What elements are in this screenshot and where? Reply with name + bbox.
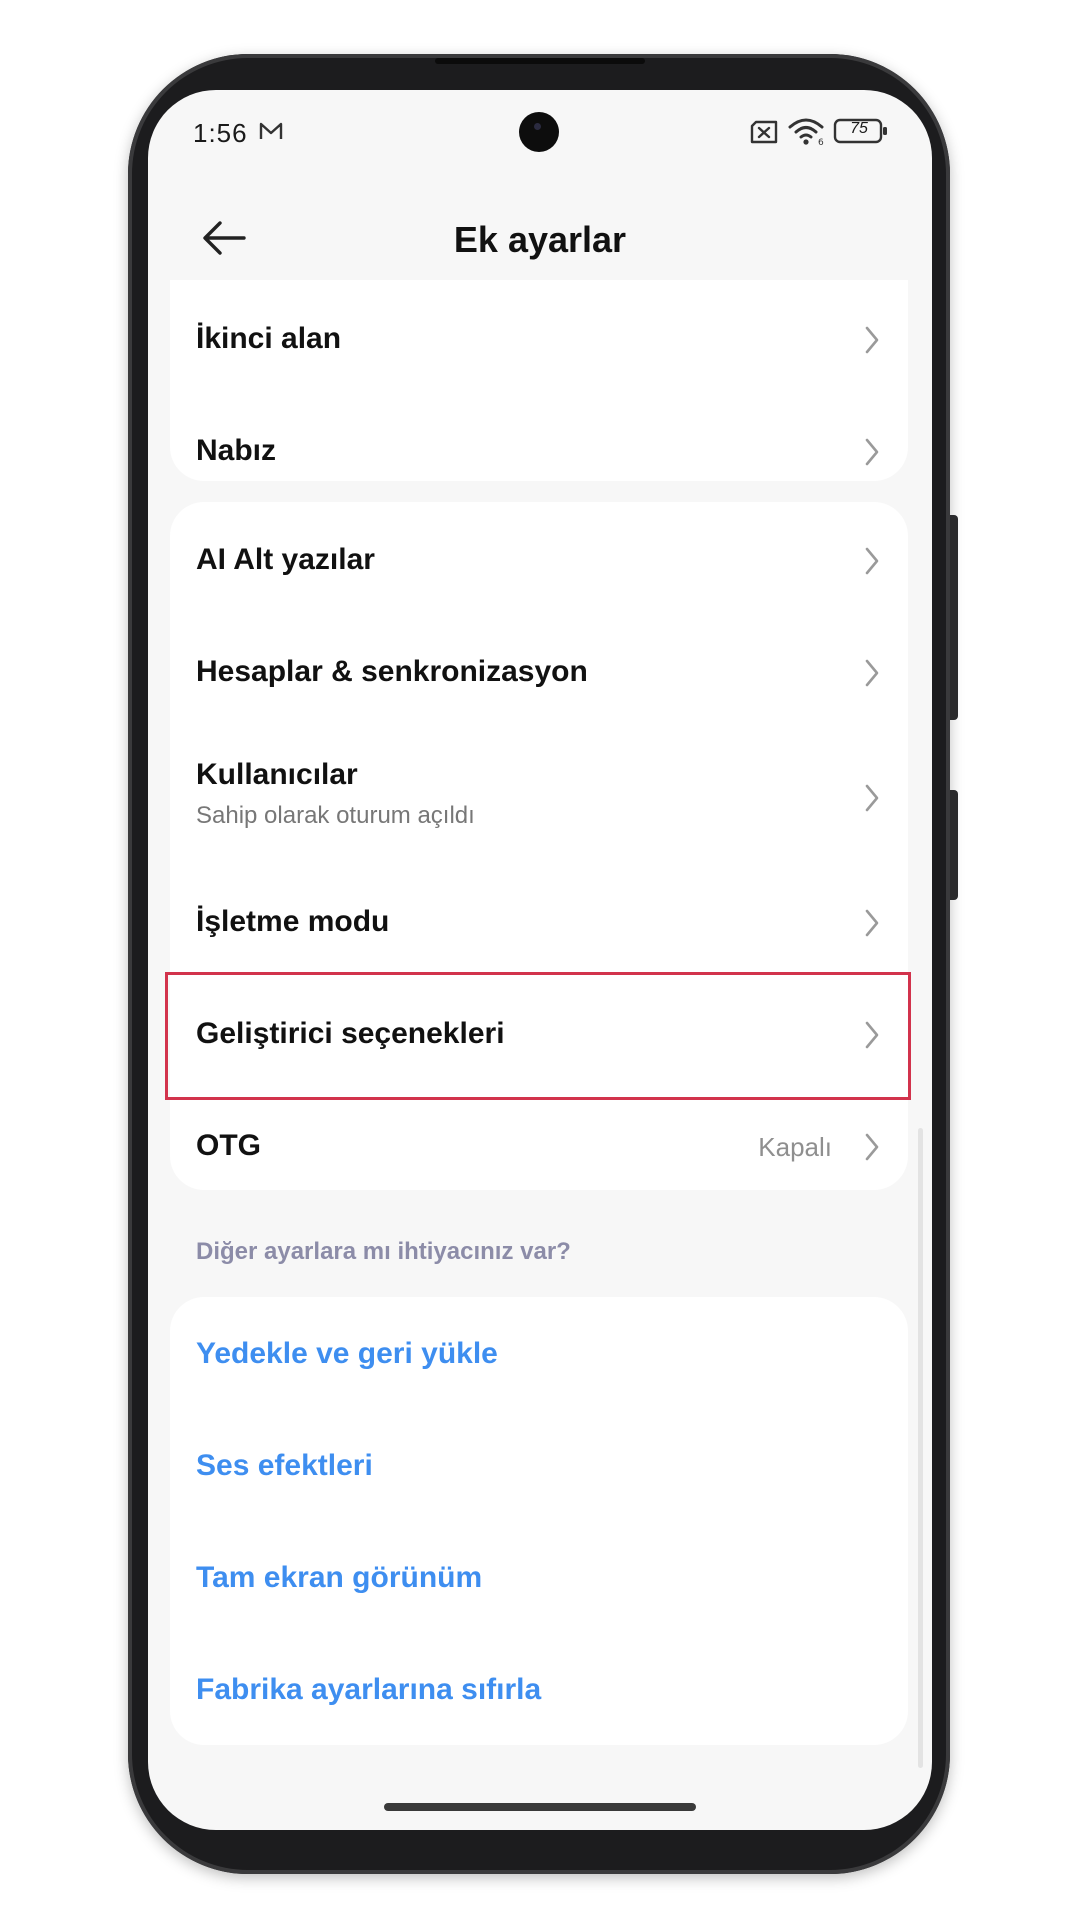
wifi-icon: 6 — [788, 118, 824, 146]
screen: 1:56 6 75 Ek ayarlar İkinci alan Nabız A… — [148, 90, 932, 1830]
page-title: Ek ayarlar — [453, 219, 627, 260]
settings-item-otg[interactable]: OTG Kapalı — [170, 1090, 908, 1190]
highlight-box — [165, 972, 911, 1100]
settings-item-pulse[interactable]: Nabız — [170, 395, 908, 481]
settings-item-subtitle: Sahip olarak oturum açıldı — [196, 802, 475, 829]
more-settings-card: Yedekle ve geri yükle Ses efektleri Tam … — [170, 1297, 908, 1745]
mail-icon — [259, 122, 283, 139]
link-full-screen-view[interactable]: Tam ekran görünüm — [170, 1521, 908, 1633]
chevron-right-icon — [865, 547, 879, 575]
section-label: Diğer ayarlara mı ihtiyacınız var? — [196, 1238, 571, 1265]
settings-item-label: İkinci alan — [196, 322, 342, 355]
link-sound-effects[interactable]: Ses efektleri — [170, 1409, 908, 1521]
settings-item-users[interactable]: Kullanıcılar Sahip olarak oturum açıldı — [170, 726, 908, 866]
home-indicator[interactable] — [384, 1803, 696, 1811]
chevron-right-icon — [865, 909, 879, 937]
front-camera — [519, 112, 559, 152]
settings-item-accounts-sync[interactable]: Hesaplar & senkronizasyon — [170, 614, 908, 726]
link-label: Yedekle ve geri yükle — [196, 1337, 498, 1370]
link-label: Tam ekran görünüm — [196, 1561, 483, 1594]
settings-item-label: Nabız — [196, 434, 277, 467]
status-bar: 1:56 6 75 — [148, 90, 932, 170]
settings-item-label: İşletme modu — [196, 905, 390, 938]
settings-item-label: AI Alt yazılar — [196, 543, 375, 576]
chevron-right-icon — [865, 659, 879, 687]
settings-item-second-space[interactable]: İkinci alan — [170, 280, 908, 395]
link-label: Ses efektleri — [196, 1449, 373, 1482]
chevron-right-icon — [865, 438, 879, 466]
link-factory-reset[interactable]: Fabrika ayarlarına sıfırla — [170, 1633, 908, 1745]
settings-item-ai-subtitles[interactable]: AI Alt yazılar — [170, 502, 908, 614]
chevron-right-icon — [865, 326, 879, 354]
settings-item-label: OTG — [196, 1129, 261, 1162]
chevron-right-icon — [865, 1133, 879, 1161]
link-backup-restore[interactable]: Yedekle ve geri yükle — [170, 1297, 908, 1409]
phone-side-button — [950, 515, 958, 720]
chevron-right-icon — [865, 784, 879, 812]
scrollbar[interactable] — [918, 1128, 923, 1768]
page: 1:56 6 75 Ek ayarlar İkinci alan Nabız A… — [0, 0, 1080, 1920]
settings-item-label: Hesaplar & senkronizasyon — [196, 655, 588, 688]
settings-item-business-mode[interactable]: İşletme modu — [170, 866, 908, 978]
phone-side-button — [950, 790, 958, 900]
link-label: Fabrika ayarlarına sıfırla — [196, 1673, 542, 1706]
svg-text:6: 6 — [818, 138, 824, 146]
status-time: 1:56 — [193, 118, 248, 148]
settings-item-value: Kapalı — [758, 1132, 832, 1162]
phone-earpiece — [435, 58, 645, 64]
settings-card-1: İkinci alan Nabız — [170, 280, 908, 481]
battery-level: 75 — [850, 120, 868, 137]
settings-item-label: Kullanıcılar — [196, 758, 358, 791]
no-sim-icon — [750, 120, 778, 144]
